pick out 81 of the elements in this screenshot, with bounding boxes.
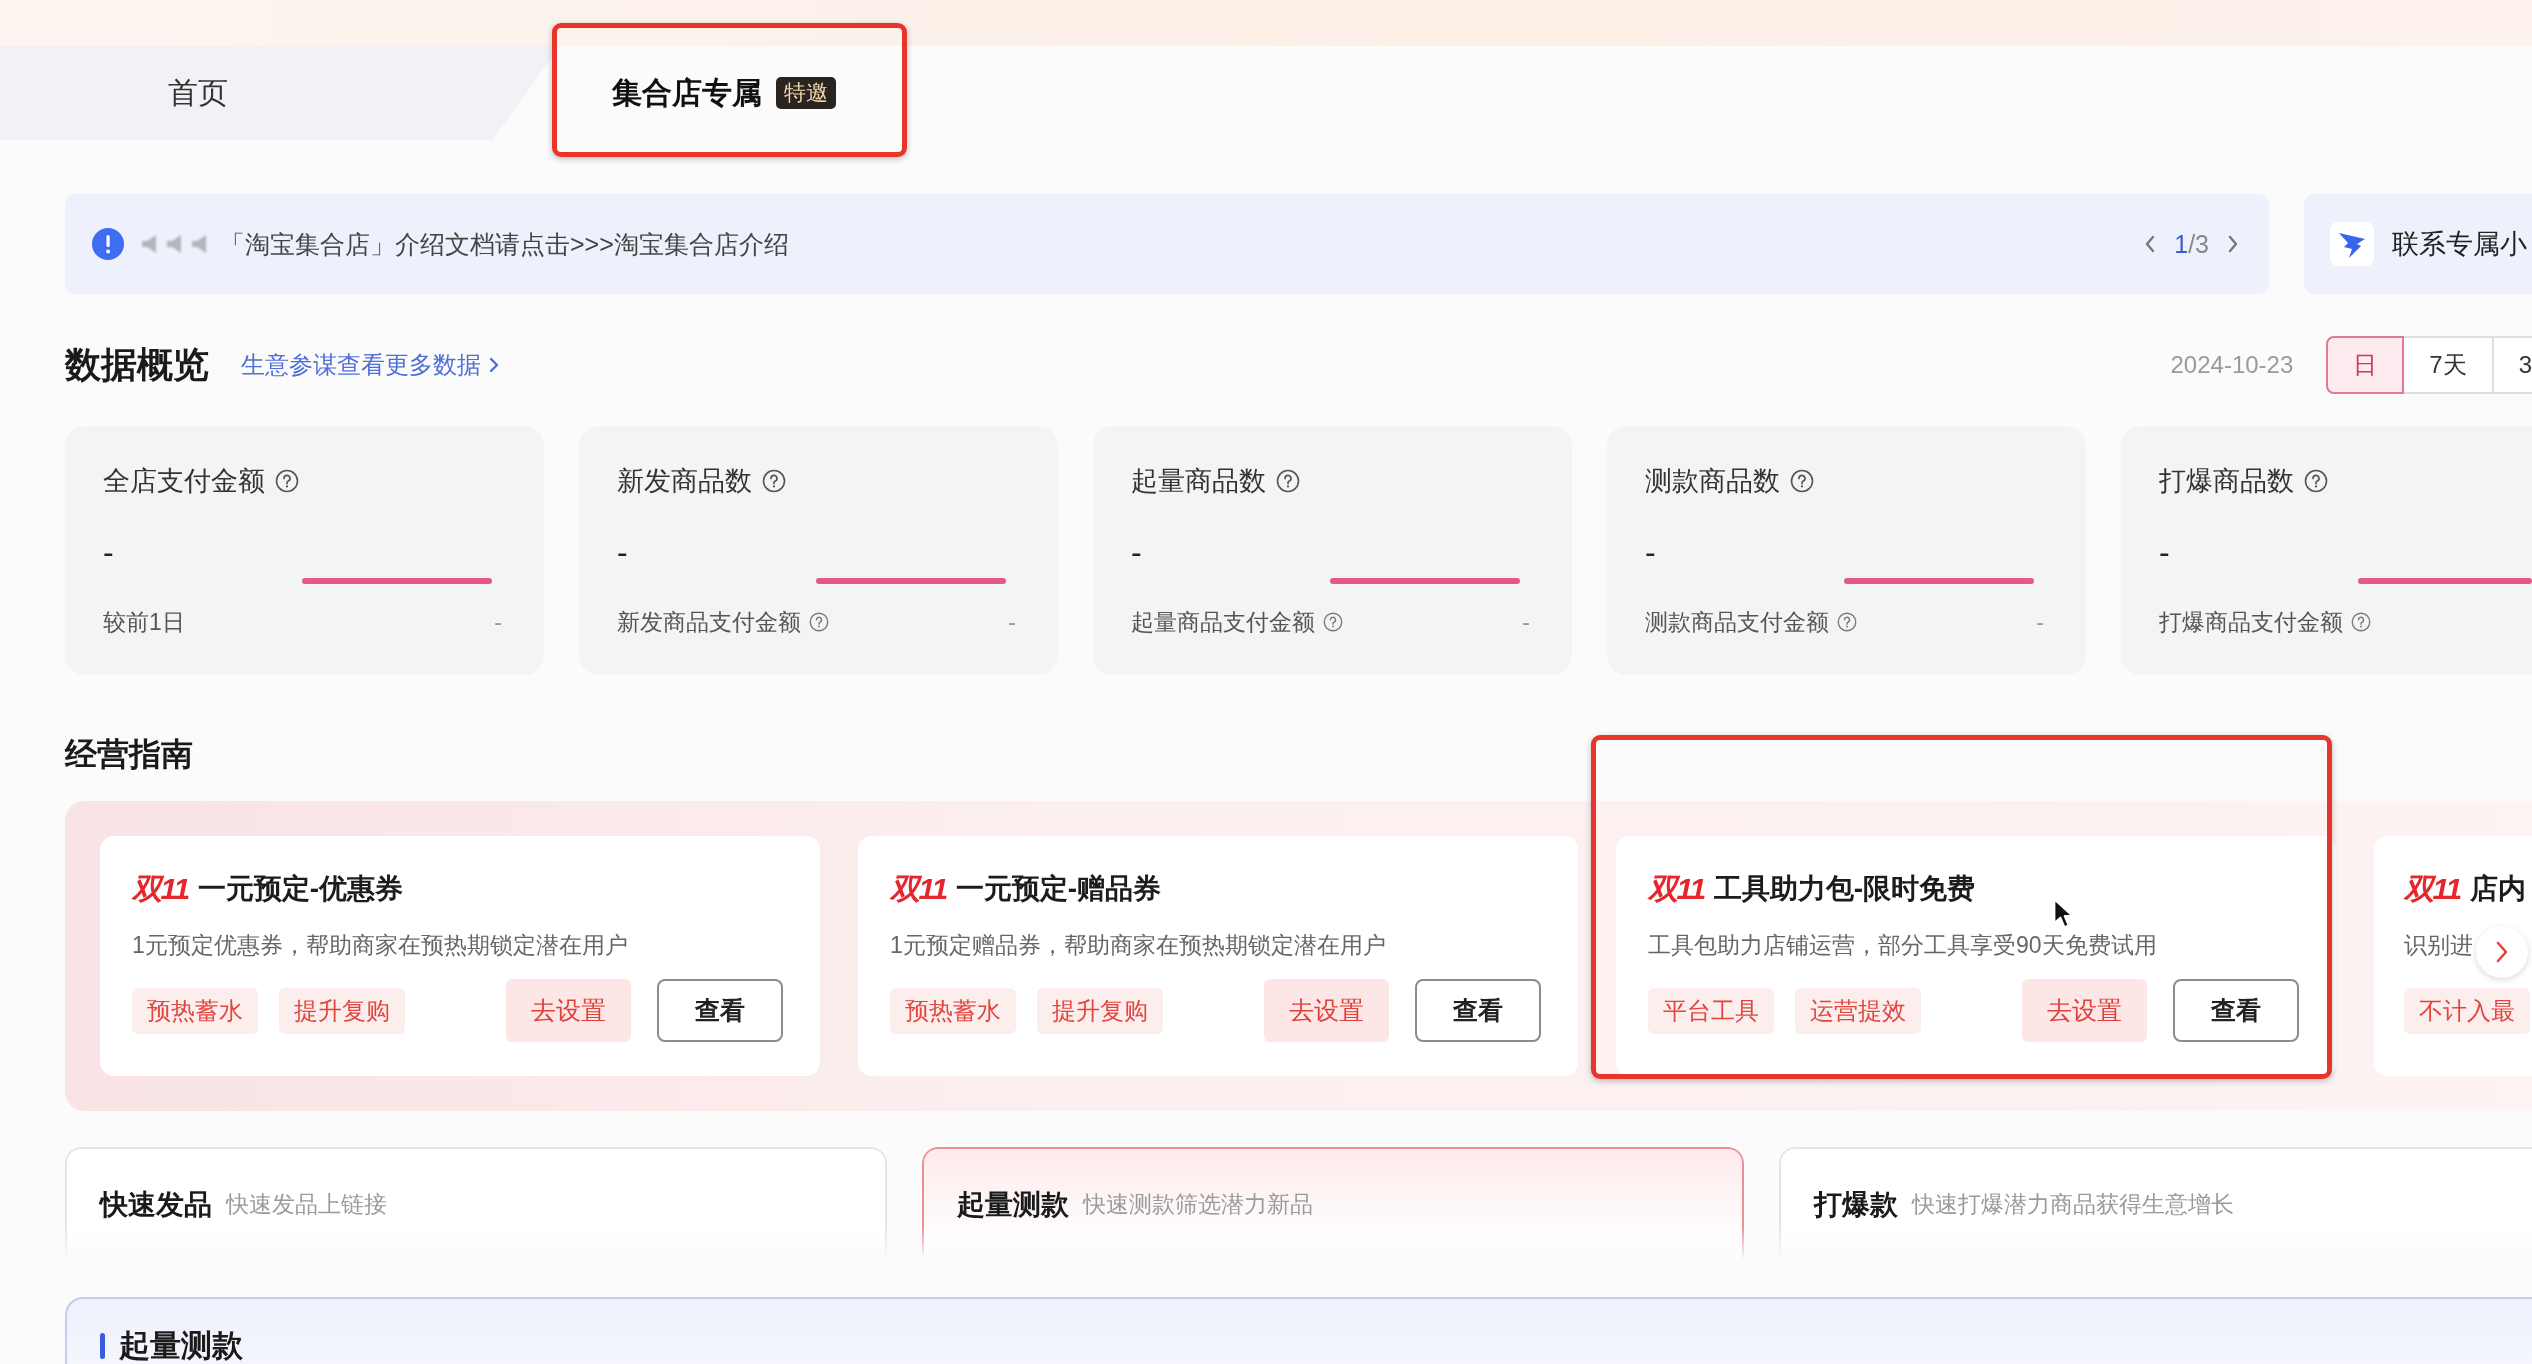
metric-footer-value: - (2036, 608, 2044, 636)
metric-title: 打爆商品数 (2159, 465, 2294, 498)
page-indicator: 1/3 (2174, 229, 2209, 259)
card-title: 一元预定-赠品券 (955, 872, 1161, 906)
help-icon[interactable] (1323, 612, 1343, 632)
entry-subtitle: 快速发品上链接 (226, 1190, 387, 1219)
view-button[interactable]: 查看 (2173, 979, 2299, 1042)
setup-button[interactable]: 去设置 (1264, 979, 1389, 1042)
card-title: 一元预定-优惠券 (197, 872, 403, 906)
range-tab[interactable]: 日 (2326, 336, 2405, 394)
help-icon[interactable] (1837, 612, 1857, 632)
metric-footer-label: 起量商品支付金额 (1131, 608, 1315, 636)
entry-title: 起量测款 (957, 1187, 1069, 1222)
setup-button[interactable]: 去设置 (2022, 979, 2147, 1042)
section-title: 起量测款 (119, 1330, 243, 1362)
metric-title: 测款商品数 (1645, 465, 1780, 498)
invite-badge: 特邀 (776, 77, 836, 109)
range-tab[interactable]: 7天 (2404, 336, 2494, 394)
metric-title: 新发商品数 (617, 465, 752, 498)
entry-subtitle: 快速打爆潜力商品获得生意增长 (1912, 1190, 2234, 1219)
chevron-right-icon (2495, 940, 2509, 964)
feature-tag: 提升复购 (279, 987, 405, 1034)
bar-icon (100, 1333, 105, 1359)
metric-value: - (617, 533, 628, 572)
card-description: 1元预定优惠券，帮助商家在预热期锁定潜在用户 (132, 931, 628, 960)
metric-footer-label: 新发商品支付金额 (617, 608, 801, 636)
metric-footer-label: 打爆商品支付金额 (2159, 608, 2343, 636)
feature-tag: 提升复购 (1037, 987, 1163, 1034)
range-tab[interactable]: 3 (2493, 336, 2532, 394)
metric-value: - (2159, 533, 2170, 572)
feature-tag: 预热蓄水 (890, 987, 1016, 1034)
chevron-right-icon[interactable] (2227, 234, 2239, 254)
feature-tag: 不计入最 (2404, 987, 2530, 1034)
help-icon[interactable] (275, 469, 299, 493)
metric-value: - (103, 533, 114, 572)
info-icon (92, 228, 124, 260)
metric-title: 全店支付金额 (103, 465, 265, 498)
help-icon[interactable] (1790, 469, 1814, 493)
metric-value: - (1131, 533, 1142, 572)
promo-logo: 双11 (1648, 870, 1705, 907)
promo-logo: 双11 (890, 870, 947, 907)
entry-card[interactable]: 起量测款 快速测款筛选潜力新品 (922, 1147, 1744, 1260)
metric-value: - (1645, 533, 1656, 572)
help-icon[interactable] (1276, 469, 1300, 493)
setup-button[interactable]: 去设置 (506, 979, 631, 1042)
card-description: 1元预定赠品券，帮助商家在预热期锁定潜在用户 (890, 931, 1386, 960)
tab[interactable]: 集合店专属 特邀 (560, 46, 888, 140)
metric-footer-label: 测款商品支付金额 (1645, 608, 1829, 636)
metric-footer-value: - (1522, 608, 1530, 636)
entry-subtitle: 快速测款筛选潜力新品 (1083, 1190, 1313, 1219)
view-button[interactable]: 查看 (1415, 979, 1541, 1042)
help-icon[interactable] (762, 469, 786, 493)
chevron-right-icon (489, 357, 499, 373)
card-description: 识别进 (2404, 931, 2473, 960)
chevron-left-icon[interactable] (2144, 234, 2157, 254)
card-title: 工具助力包-限时免费 (1713, 872, 1975, 906)
lightning-icon (2330, 222, 2374, 266)
promo-logo: 双11 (132, 870, 189, 907)
date-label: 2024-10-23 (2170, 351, 2294, 379)
feature-tag: 预热蓄水 (132, 987, 258, 1034)
feature-tag: 平台工具 (1648, 987, 1774, 1034)
help-icon[interactable] (2304, 469, 2328, 493)
metric-footer-value: - (1008, 608, 1016, 636)
view-button[interactable]: 查看 (657, 979, 783, 1042)
contact-button[interactable]: 联系专属小 (2304, 194, 2532, 294)
entry-title: 快速发品 (100, 1187, 212, 1222)
metric-footer-label: 较前1日 (103, 608, 185, 636)
notice-link[interactable]: 「淘宝集合店」介绍文档请点击>>>淘宝集合店介绍 (220, 227, 789, 261)
help-icon[interactable] (809, 612, 829, 632)
tab[interactable]: 首页 (0, 46, 560, 140)
card-description: 工具包助力店铺运营，部分工具享受90天免费试用 (1648, 931, 2157, 960)
entry-title: 打爆款 (1814, 1187, 1898, 1222)
metric-footer-value: - (494, 608, 502, 636)
metric-title: 起量商品数 (1131, 465, 1266, 498)
help-icon[interactable] (2351, 612, 2371, 632)
feature-tag: 运营提效 (1795, 987, 1921, 1034)
section-title: 经营指南 (65, 735, 193, 774)
card-title: 店内 (2469, 872, 2526, 906)
more-data-link[interactable]: 生意参谋查看更多数据 (241, 349, 499, 381)
promo-logo: 双11 (2404, 870, 2461, 907)
section-title: 数据概览 (65, 343, 209, 387)
